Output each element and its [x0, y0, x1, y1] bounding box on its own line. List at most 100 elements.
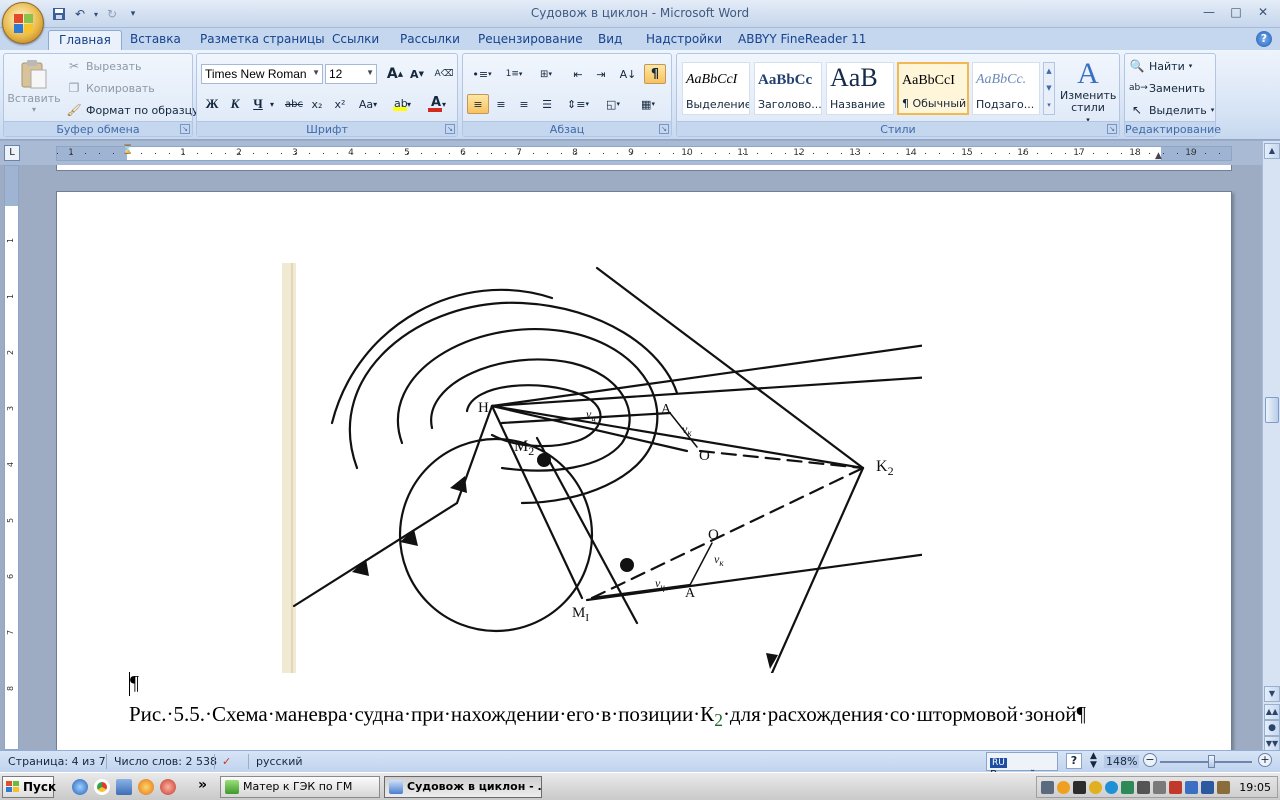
tray-icon[interactable] — [1041, 781, 1054, 794]
cut-button[interactable]: ✂ Вырезать — [66, 58, 142, 74]
document-language[interactable]: русский — [256, 755, 303, 768]
zoom-level[interactable]: 148% — [1104, 755, 1140, 768]
quicklaunch-chevron[interactable]: » — [198, 777, 207, 793]
spelling-check-icon[interactable]: ✓ — [222, 755, 231, 768]
network-icon[interactable] — [1185, 781, 1198, 794]
justify-icon[interactable]: ☰ — [536, 94, 558, 114]
shading-button[interactable]: ◱ ▾ — [597, 94, 629, 114]
font-color-button[interactable]: A ▾ — [421, 94, 453, 114]
grow-font-button[interactable]: A ▲ — [384, 64, 406, 84]
empty-paragraph[interactable]: ¶ — [129, 672, 139, 697]
italic-button[interactable]: К — [224, 94, 246, 114]
minimize-button[interactable]: — — [1196, 3, 1222, 21]
borders-button[interactable]: ▦ ▾ — [633, 94, 663, 114]
input-language-indicator[interactable]: RUРусский — [986, 752, 1058, 781]
tab-insert[interactable]: Вставка — [120, 30, 191, 50]
zoom-out-icon[interactable]: − — [1143, 753, 1157, 767]
multilevel-list-button[interactable]: ⊞ ▾ — [531, 64, 561, 84]
clipboard-launcher-icon[interactable]: ↘ — [180, 124, 190, 134]
clock[interactable]: 19:05 — [1239, 781, 1271, 794]
maximize-button[interactable]: □ — [1223, 3, 1249, 21]
decrease-indent-icon[interactable]: ⇤ — [567, 64, 589, 84]
firefox-icon[interactable] — [138, 779, 154, 795]
internet-explorer-icon[interactable] — [72, 779, 88, 795]
zoom-slider-knob[interactable] — [1208, 755, 1215, 768]
style-normal[interactable]: AaBbCcI ¶ Обычный — [897, 62, 969, 115]
underline-dropdown-icon[interactable]: ▾ — [267, 94, 277, 114]
replace-button[interactable]: ab→ Заменить — [1129, 80, 1205, 96]
styles-scroll-down-icon[interactable]: ▼ — [1044, 80, 1054, 97]
clear-formatting-icon[interactable]: A⌫ — [433, 64, 455, 84]
language-bar-help-icon[interactable]: ? — [1066, 753, 1082, 769]
show-desktop-icon[interactable] — [116, 779, 132, 795]
styles-scroll-up-icon[interactable]: ▲ — [1044, 63, 1054, 80]
align-center-icon[interactable]: ≡ — [490, 94, 512, 114]
tab-home[interactable]: Главная — [48, 30, 122, 50]
volume-icon[interactable] — [1137, 781, 1150, 794]
style-subtitle[interactable]: AaBbCc. Подзаго... — [972, 62, 1040, 115]
select-browse-object-icon[interactable]: ● — [1264, 720, 1280, 736]
tray-icon[interactable] — [1057, 781, 1070, 794]
start-button[interactable]: Пуск — [2, 776, 56, 798]
chrome-icon[interactable] — [94, 779, 110, 795]
taskbar-item-materials[interactable]: Матер к ГЭК по ГМ — [220, 776, 380, 798]
office-button[interactable] — [2, 2, 44, 44]
help-icon[interactable]: ? — [1256, 31, 1272, 47]
find-button[interactable]: 🔍 Найти ▾ — [1129, 58, 1193, 74]
taskbar-item-word[interactable]: Судовож в циклон - ... — [384, 776, 542, 798]
select-button[interactable]: ↖ Выделить ▾ — [1129, 102, 1214, 118]
close-button[interactable]: ✕ — [1250, 3, 1276, 21]
increase-indent-icon[interactable]: ⇥ — [590, 64, 612, 84]
tab-selector[interactable]: L — [4, 145, 20, 161]
zoom-slider[interactable] — [1160, 761, 1252, 763]
paragraph-launcher-icon[interactable]: ↘ — [659, 124, 669, 134]
tray-icon[interactable] — [1169, 781, 1182, 794]
figure-caption[interactable]: Рис.·5.5.·Схема·маневра·судна·при·нахожд… — [129, 700, 1129, 734]
bold-button[interactable]: Ж — [201, 94, 223, 114]
bullets-button[interactable]: •≡ ▾ — [467, 64, 497, 84]
highlight-button[interactable]: ab ▾ — [387, 94, 417, 114]
style-title[interactable]: AaB Название — [826, 62, 894, 115]
styles-more-icon[interactable]: ▾ — [1044, 97, 1054, 114]
styles-launcher-icon[interactable]: ↘ — [1107, 124, 1117, 134]
language-bar-options-icon[interactable]: ▲ ▼ — [1090, 752, 1097, 770]
change-styles-button[interactable]: A Изменить стили ▾ — [1059, 58, 1117, 126]
scroll-thumb[interactable] — [1265, 397, 1279, 423]
font-launcher-icon[interactable]: ↘ — [445, 124, 455, 134]
sort-icon[interactable]: A↓ — [617, 64, 639, 84]
tab-abbyy[interactable]: ABBYY FineReader 11 — [728, 30, 876, 50]
word-counter[interactable]: Число слов: 2 538 — [114, 755, 217, 768]
tab-view[interactable]: Вид — [588, 30, 632, 50]
tray-icon[interactable] — [1201, 781, 1214, 794]
superscript-button[interactable]: x² — [329, 94, 351, 114]
paste-button[interactable]: Вставить ▾ — [7, 58, 61, 114]
numbering-button[interactable]: 1≡ ▾ — [499, 64, 529, 84]
vertical-scrollbar[interactable]: ▲ ▼ ▲▲ ● ▼▼ — [1262, 141, 1280, 752]
tray-icon[interactable] — [1121, 781, 1134, 794]
show-formatting-marks-icon[interactable]: ¶ — [644, 64, 666, 84]
tray-icon[interactable] — [1217, 781, 1230, 794]
tab-references[interactable]: Ссылки — [322, 30, 389, 50]
indent-marker-icon[interactable]: ⌛ — [122, 145, 133, 155]
previous-page-icon[interactable]: ▲▲ — [1264, 704, 1280, 720]
align-right-icon[interactable]: ≡ — [513, 94, 535, 114]
style-emphasis[interactable]: AaBbCcI Выделение — [682, 62, 750, 115]
align-left-icon[interactable]: ≡ — [467, 94, 489, 114]
shrink-font-button[interactable]: A ▼ — [406, 64, 428, 84]
page-counter[interactable]: Страница: 4 из 7 — [8, 755, 106, 768]
format-painter-button[interactable]: 🖌 Формат по образцу — [66, 102, 198, 118]
tab-review[interactable]: Рецензирование — [468, 30, 593, 50]
font-name-combo[interactable]: Times New Roman ▼ — [201, 64, 323, 84]
line-spacing-button[interactable]: ⇕≡ ▾ — [563, 94, 593, 114]
subscript-button[interactable]: x₂ — [306, 94, 328, 114]
strikethrough-button[interactable]: abc — [283, 94, 305, 114]
skype-icon[interactable] — [1105, 781, 1118, 794]
scroll-up-icon[interactable]: ▲ — [1264, 143, 1280, 159]
vertical-ruler[interactable]: 1 1 2 3 4 5 6 7 8 — [4, 165, 19, 750]
tab-addins[interactable]: Надстройки — [636, 30, 732, 50]
underline-button[interactable]: Ч — [247, 94, 269, 114]
right-indent-marker-icon[interactable]: ▲ — [1155, 151, 1162, 161]
tab-page-layout[interactable]: Разметка страницы — [190, 30, 335, 50]
zoom-in-icon[interactable]: + — [1258, 753, 1272, 767]
change-case-button[interactable]: Aa ▾ — [354, 94, 382, 114]
